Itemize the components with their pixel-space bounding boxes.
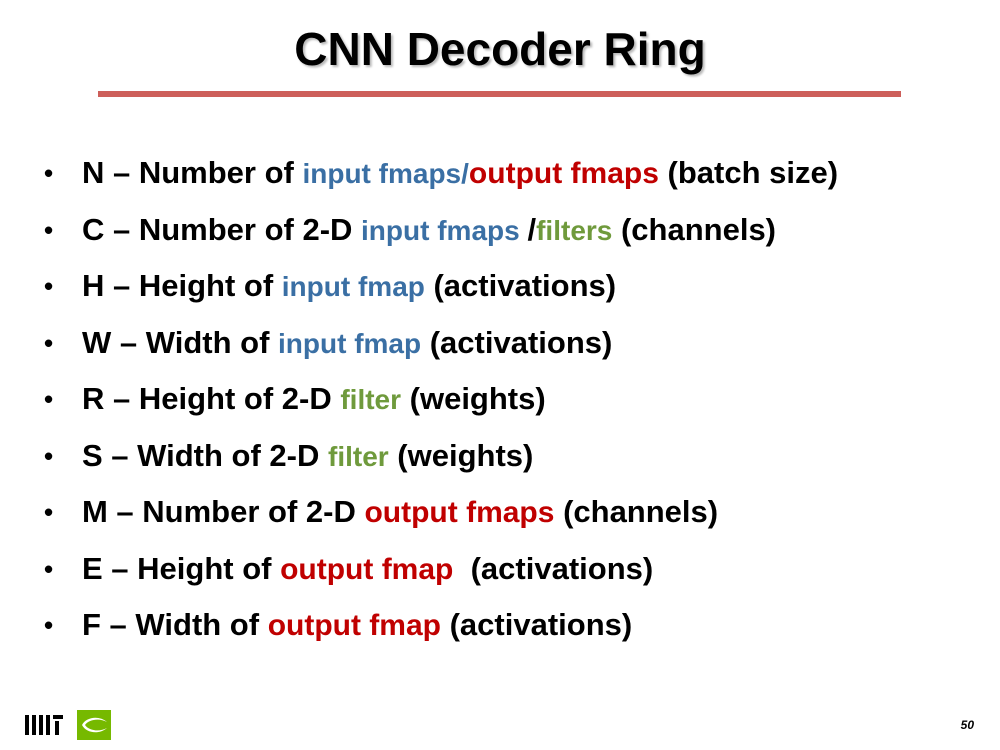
bullet-text-plain: (activations) xyxy=(440,607,633,642)
bullet-text-filter: filters xyxy=(536,214,613,246)
bullet-item: • M – Number of 2-D output fmaps (channel… xyxy=(40,487,980,544)
bullet-text-input: input fmaps xyxy=(361,214,528,246)
bullet-text-plain: (activations) xyxy=(421,324,613,360)
bullet-text-plain: (activations) xyxy=(424,268,617,303)
bullet-text-plain: M – Number of 2-D xyxy=(82,494,365,529)
title-underline xyxy=(98,91,901,97)
bullet-text-input: input fmap xyxy=(281,271,425,302)
bullet-text-filter: filter xyxy=(328,440,389,472)
bullet-text-input: input fmaps/ xyxy=(302,158,469,189)
bullet-item: • F – Width of output fmap (activations) xyxy=(40,600,980,657)
bullet-item: • H – Height of input fmap (activations) xyxy=(40,261,980,318)
bullet-dot: • xyxy=(44,327,54,358)
bullet-text-plain: (batch size) xyxy=(658,155,839,190)
bullet-text-plain: (channels) xyxy=(612,211,777,247)
bullet-text-plain: / xyxy=(527,211,537,247)
bullet-item: • C – Number of 2-D input fmaps /filters … xyxy=(40,205,980,262)
bullet-dot: • xyxy=(44,440,54,471)
bullet-text-output: output fmaps xyxy=(364,496,555,529)
bullet-text-filter: filter xyxy=(340,384,402,415)
bullet-text-plain: (activations) xyxy=(453,550,654,586)
slide-title: CNN Decoder Ring xyxy=(294,23,706,75)
bullet-text-plain: H – Height of xyxy=(82,268,282,303)
bullet-text-output: output fmaps xyxy=(468,157,659,190)
bullet-text-input: input fmap xyxy=(278,327,422,359)
mit-logo xyxy=(25,715,63,735)
bullet-dot: • xyxy=(44,214,54,245)
bullet-text-plain: C – Number of 2-D xyxy=(82,211,362,247)
bullet-dot: • xyxy=(44,553,54,584)
slide-footer: 50 xyxy=(0,706,1000,746)
bullet-item: • E – Height of output fmap (activations) xyxy=(40,544,980,601)
bullet-item: • R – Height of 2-D filter (weights) xyxy=(40,374,980,431)
bullet-text-plain: S – Width of 2-D xyxy=(82,437,328,473)
bullet-text-output: output fmap xyxy=(267,609,441,642)
nvidia-logo xyxy=(77,710,111,740)
bullet-text-plain: (channels) xyxy=(554,494,719,529)
bullet-dot: • xyxy=(44,610,54,640)
bullet-text-plain: (weights) xyxy=(401,381,546,416)
page-number: 50 xyxy=(960,718,974,732)
bullet-dot: • xyxy=(44,384,54,414)
bullet-dot: • xyxy=(44,158,54,188)
bullet-text-plain: W – Width of xyxy=(82,324,279,360)
bullet-item: • S – Width of 2-D filter (weights) xyxy=(40,431,980,488)
bullet-text-plain: R – Height of 2-D xyxy=(82,381,341,416)
bullet-dot: • xyxy=(44,271,54,301)
bullet-item: • W – Width of input fmap (activations) xyxy=(40,318,980,375)
bullet-list: • N – Number of input fmaps/output fmaps … xyxy=(40,148,980,657)
bullet-text-plain: N – Number of xyxy=(82,155,303,190)
bullet-text-plain: (weights) xyxy=(388,437,534,473)
bullet-item: • N – Number of input fmaps/output fmaps … xyxy=(40,148,980,205)
bullet-text-output: output fmap xyxy=(280,552,454,586)
bullet-text-plain: F – Width of xyxy=(82,607,268,642)
bullet-text-plain: E – Height of xyxy=(82,550,281,586)
bullet-dot: • xyxy=(44,497,54,527)
